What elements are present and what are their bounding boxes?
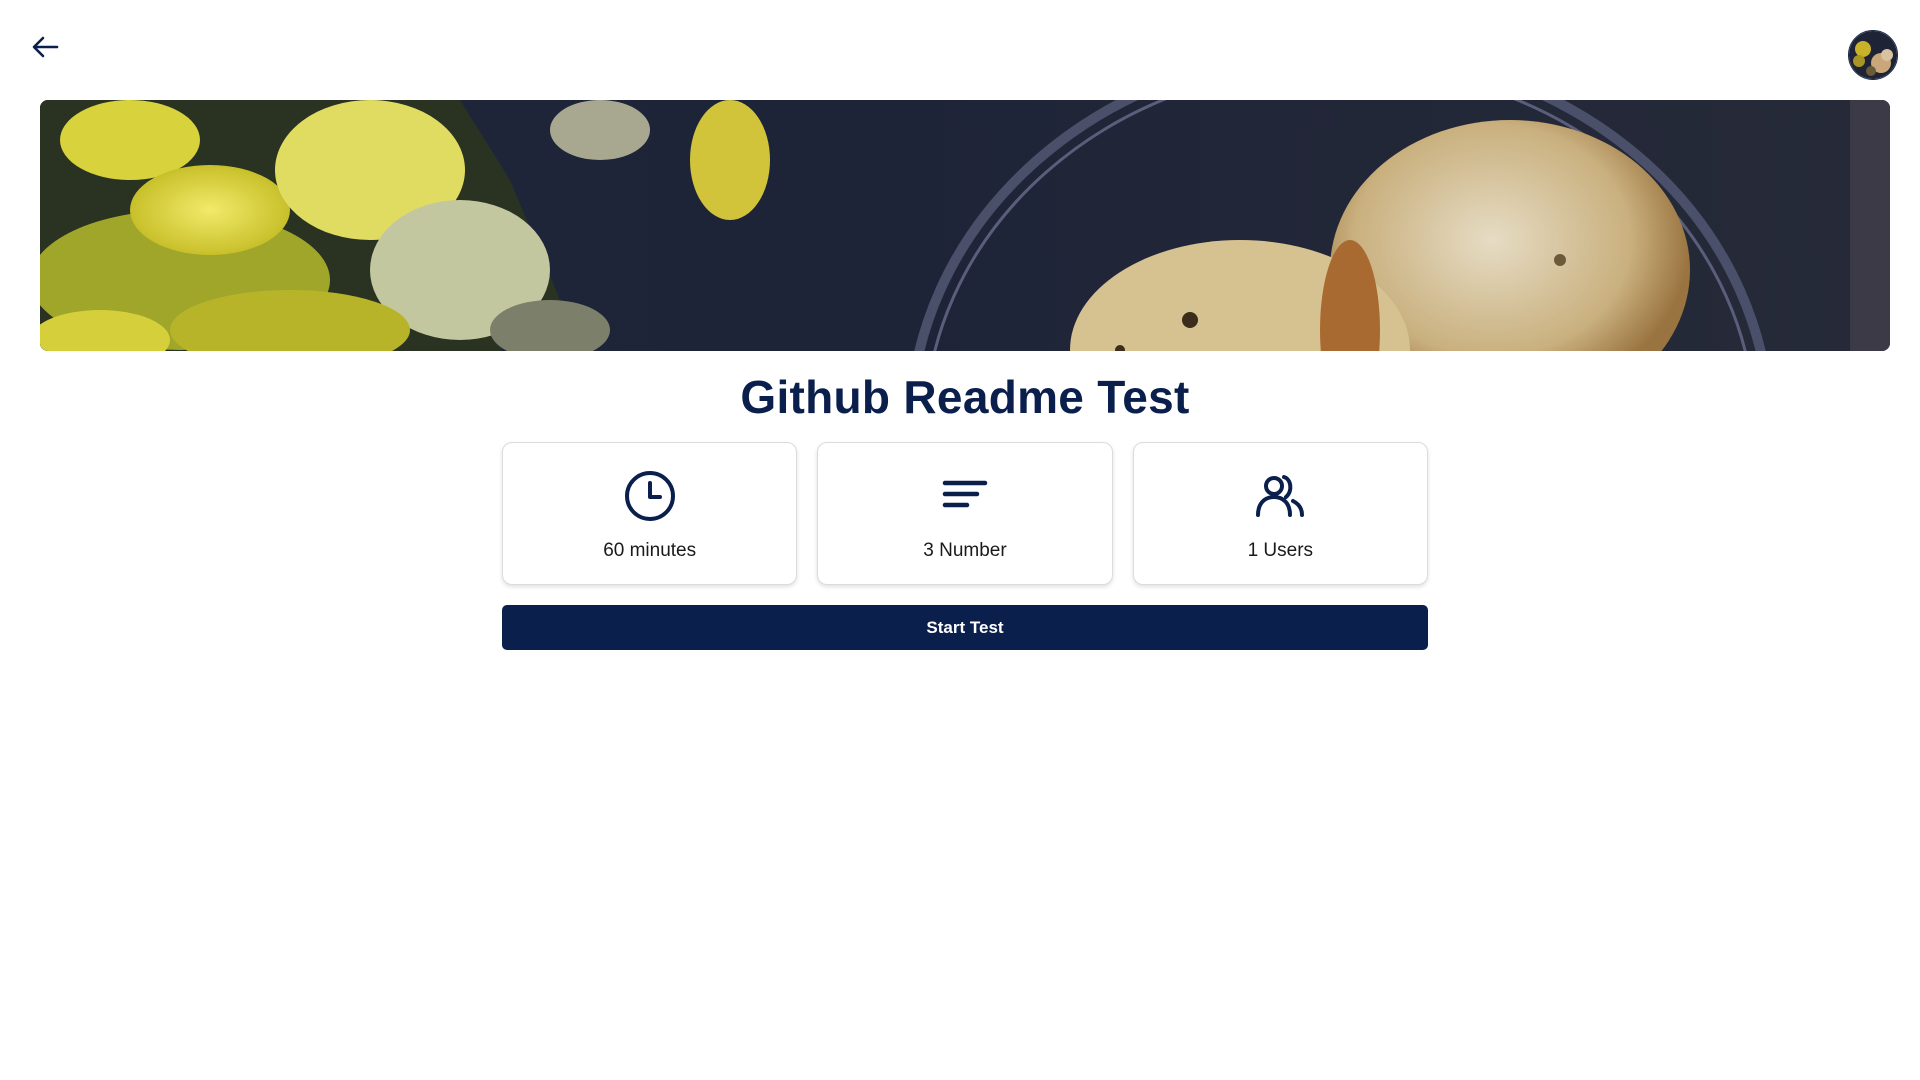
clock-icon [622,468,678,524]
stat-card-duration: 60 minutes [502,442,798,585]
avatar[interactable] [1848,30,1898,80]
stats-row: 60 minutes 3 Number 1 Users [502,442,1428,585]
stat-label-users: 1 Users [1247,539,1314,561]
arrow-left-icon [32,36,59,58]
sort-lines-icon [937,468,993,524]
stat-label-duration: 60 minutes [603,539,697,561]
avatar-image [1849,31,1897,79]
cover-image [40,100,1890,351]
stat-label-questions: 3 Number [923,539,1007,561]
page-title: Github Readme Test [740,371,1190,423]
start-test-button[interactable]: Start Test [502,605,1428,650]
stat-card-users: 1 Users [1132,442,1428,585]
back-button[interactable] [28,30,62,64]
users-icon [1252,468,1308,524]
test-overview-page: Github Readme Test 60 minutes 3 Number 1… [0,0,1920,1080]
stat-card-questions: 3 Number [817,442,1113,585]
